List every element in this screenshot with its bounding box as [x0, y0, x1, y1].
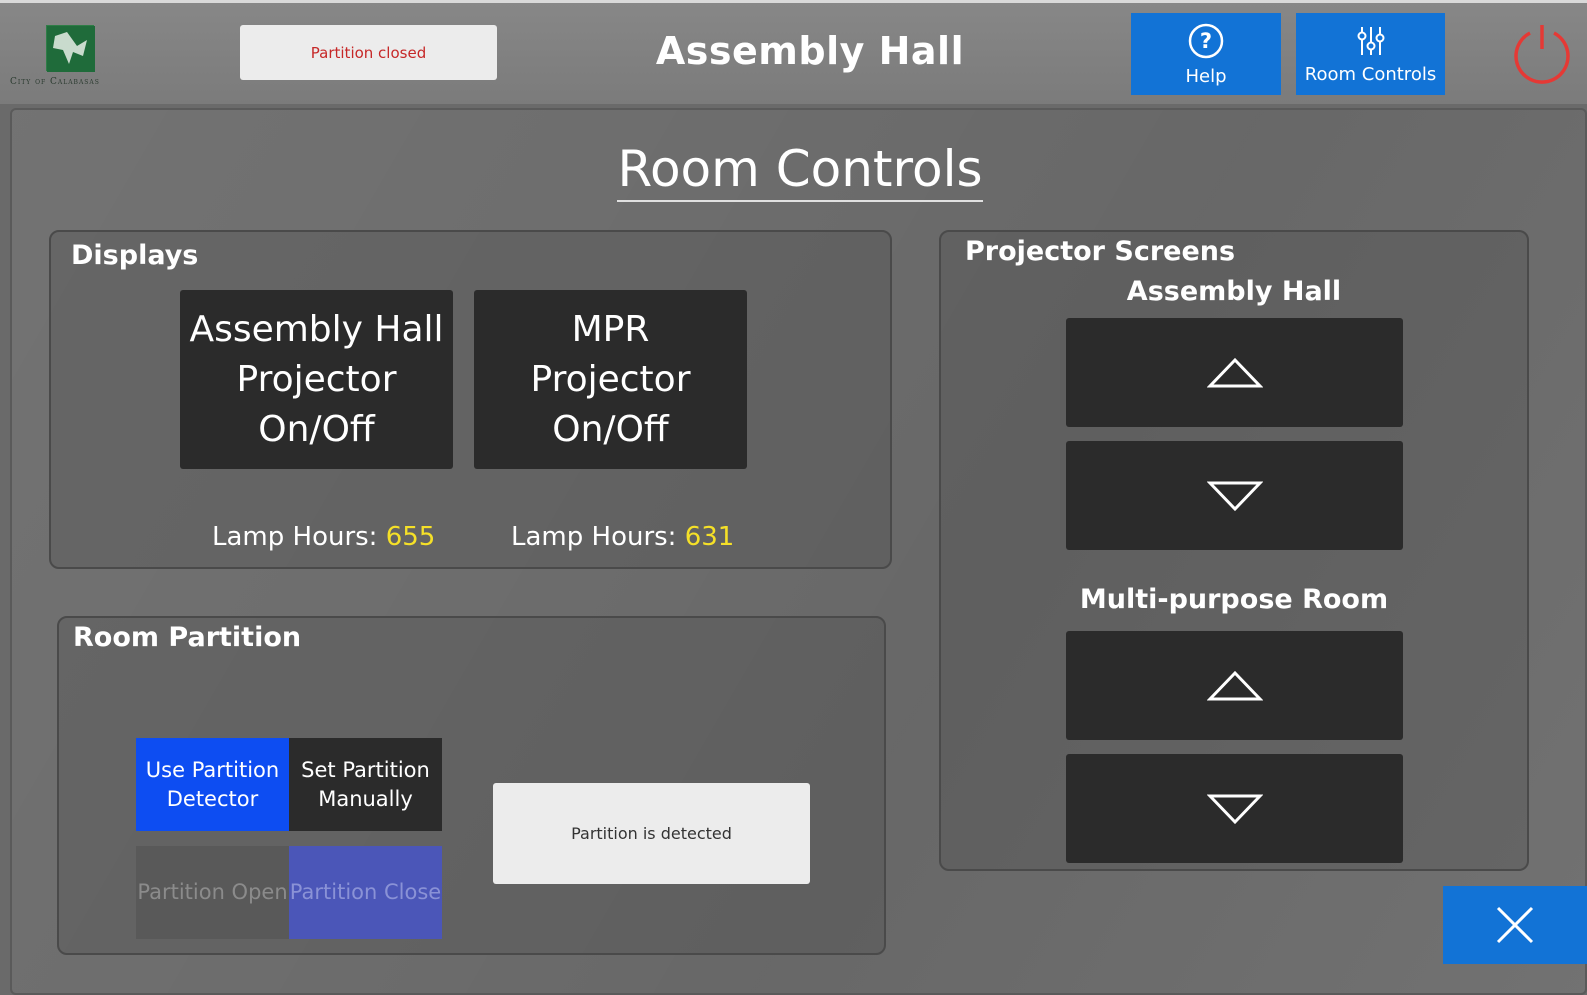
help-button[interactable]: ? Help	[1131, 13, 1281, 95]
triangle-up-icon	[1206, 357, 1263, 387]
partition-close-label: Partition Close	[289, 880, 442, 904]
triangle-down-icon	[1206, 481, 1263, 511]
button-label-line: Detector	[166, 786, 259, 811]
city-logo-text: City of Calabasas	[10, 77, 100, 87]
assembly-hall-screen-down-button[interactable]	[1066, 441, 1403, 550]
room-partition-title: Room Partition	[73, 622, 302, 653]
displays-group: Displays	[49, 230, 892, 569]
close-x-icon	[1496, 906, 1534, 944]
use-partition-detector-button[interactable]: Use Partition Detector	[136, 738, 289, 831]
projector-label-line: On/Off	[258, 408, 375, 450]
assembly-hall-screen-up-button[interactable]	[1066, 318, 1403, 427]
partition-status-text: Partition closed	[310, 43, 427, 62]
button-label-line: Manually	[318, 786, 413, 811]
displays-title: Displays	[71, 240, 199, 271]
power-icon	[1514, 25, 1570, 84]
partition-status-indicator: Partition closed	[240, 25, 497, 80]
lamp-hours-label: Lamp Hours:	[511, 522, 677, 552]
question-circle-icon: ?	[1188, 23, 1224, 58]
projector-label-line: Projector	[530, 358, 691, 400]
power-button[interactable]	[1510, 21, 1574, 85]
page-title: Room Controls	[600, 140, 1000, 202]
mpr-projector-toggle-button[interactable]: MPR Projector On/Off	[474, 290, 747, 469]
page-title-text: Room Controls	[617, 140, 983, 202]
lamp-hours-label: Lamp Hours:	[212, 522, 378, 552]
assembly-hall-screen-label: Assembly Hall	[1126, 276, 1342, 307]
room-controls-button[interactable]: Room Controls	[1296, 13, 1445, 95]
multipurpose-room-screen-label: Multi-purpose Room	[1079, 584, 1389, 615]
sliders-icon	[1357, 26, 1384, 55]
multipurpose-room-screen-up-button[interactable]	[1066, 631, 1403, 740]
projector-screens-title: Projector Screens	[965, 236, 1236, 267]
top-bar: City of Calabasas Partition closed Assem…	[0, 0, 1587, 104]
svg-text:?: ?	[1200, 29, 1212, 53]
triangle-up-icon	[1206, 670, 1263, 700]
assembly-hall-lamp-hours: Lamp Hours: 655	[212, 522, 435, 552]
set-partition-manually-button[interactable]: Set Partition Manually	[289, 738, 442, 831]
room-title: Assembly Hall	[655, 29, 965, 73]
projector-label-line: On/Off	[552, 408, 669, 450]
partition-detect-status-text: Partition is detected	[571, 824, 732, 843]
partition-open-button[interactable]: Partition Open	[136, 846, 289, 939]
lamp-hours-value: 655	[385, 522, 436, 552]
city-logo: City of Calabasas	[10, 23, 135, 95]
partition-detect-status: Partition is detected	[493, 783, 810, 884]
partition-close-button[interactable]: Partition Close	[289, 846, 442, 939]
help-label: Help	[1185, 65, 1227, 87]
projector-label-line: Assembly Hall	[189, 308, 444, 350]
projector-label-line: Projector	[236, 358, 397, 400]
room-controls-label: Room Controls	[1304, 63, 1437, 85]
partition-open-label: Partition Open	[137, 880, 288, 904]
close-room-controls-button[interactable]	[1443, 886, 1587, 964]
button-label-line: Use Partition	[145, 757, 280, 782]
projector-label-line: MPR	[571, 308, 650, 350]
city-logo-mark	[46, 25, 95, 72]
lamp-hours-value: 631	[684, 522, 735, 552]
multipurpose-room-screen-down-button[interactable]	[1066, 754, 1403, 863]
triangle-down-icon	[1206, 794, 1263, 824]
assembly-hall-projector-toggle-button[interactable]: Assembly Hall Projector On/Off	[180, 290, 453, 469]
mpr-lamp-hours: Lamp Hours: 631	[511, 522, 734, 552]
button-label-line: Set Partition	[301, 757, 430, 782]
